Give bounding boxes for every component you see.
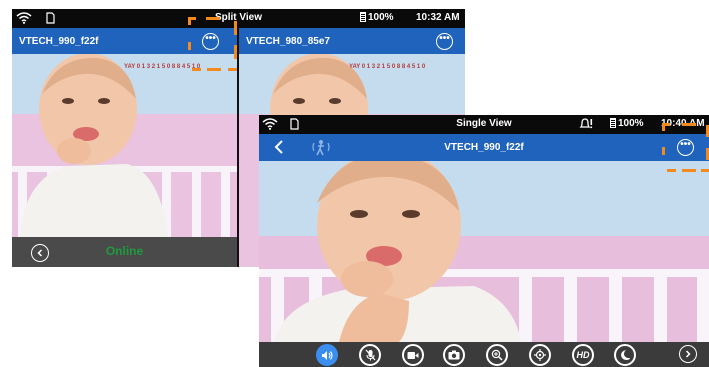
camera-feed[interactable] xyxy=(259,161,709,342)
camera-name: VTECH_990_f22f xyxy=(444,142,524,153)
highlight-marker xyxy=(192,68,201,71)
highlight-marker xyxy=(682,169,696,172)
camera-name: VTECH_980_85e7 xyxy=(246,36,330,47)
status-bar: Single View 100% 10:40 AM xyxy=(259,115,709,134)
camera-header-left[interactable]: VTECH_990_f22f ••• xyxy=(12,28,237,54)
night-light-icon[interactable] xyxy=(614,344,636,366)
bottom-bar: Online xyxy=(12,237,237,267)
video-record-icon[interactable] xyxy=(402,344,424,366)
highlight-marker xyxy=(234,21,237,35)
highlight-marker xyxy=(682,123,696,126)
single-view-screen: Single View 100% 10:40 AM VTECH_990_f22f… xyxy=(259,115,709,367)
highlight-marker xyxy=(228,68,237,71)
battery-level: 100% xyxy=(368,12,394,23)
snapshot-icon[interactable] xyxy=(443,344,465,366)
camera-header: VTECH_990_f22f ••• xyxy=(259,134,709,161)
more-options-icon[interactable]: ••• xyxy=(436,33,453,50)
highlight-marker xyxy=(662,123,665,131)
connection-status: Online xyxy=(105,244,144,258)
split-divider xyxy=(237,28,239,267)
battery-icon xyxy=(360,12,366,22)
battery-icon xyxy=(610,118,616,128)
highlight-marker xyxy=(206,17,220,20)
speaker-icon[interactable] xyxy=(316,344,338,366)
highlight-marker xyxy=(188,42,191,50)
status-title: Split View xyxy=(214,12,263,23)
highlight-marker xyxy=(188,17,191,25)
highlight-marker xyxy=(667,169,676,172)
more-options-icon[interactable]: ••• xyxy=(202,33,219,50)
microphone-muted-icon[interactable] xyxy=(359,344,381,366)
highlight-marker xyxy=(701,169,709,172)
camera-name: VTECH_990_f22f xyxy=(19,36,99,47)
camera-overlay-text: YAY 0 1 3 2 1 5 0 8 8 4 5 1 0 xyxy=(124,64,201,70)
pan-tilt-icon[interactable] xyxy=(529,344,551,366)
highlight-marker xyxy=(207,68,221,71)
more-options-icon[interactable]: ••• xyxy=(677,139,694,156)
camera-feed-left[interactable]: YAY 0 1 3 2 1 5 0 8 8 4 5 1 0 xyxy=(12,54,237,237)
highlight-marker xyxy=(662,147,665,155)
battery-status: 100% xyxy=(610,118,644,129)
highlight-marker xyxy=(234,45,237,59)
camera-overlay-text: YAY 0 1 3 2 1 5 0 8 8 4 5 1 0 xyxy=(349,64,426,70)
battery-status: 100% xyxy=(360,12,394,23)
alert-icon xyxy=(579,117,593,133)
control-bar: HD xyxy=(259,342,709,367)
camera-header-right[interactable]: VTECH_980_85e7 ••• xyxy=(239,28,465,54)
hd-label: HD xyxy=(576,350,590,360)
next-icon[interactable] xyxy=(679,345,697,363)
status-bar: Split View 100% 10:32 AM xyxy=(12,9,465,28)
hd-button[interactable]: HD xyxy=(572,344,594,366)
battery-level: 100% xyxy=(618,118,644,129)
status-time: 10:32 AM xyxy=(416,12,460,23)
zoom-icon[interactable] xyxy=(486,344,508,366)
